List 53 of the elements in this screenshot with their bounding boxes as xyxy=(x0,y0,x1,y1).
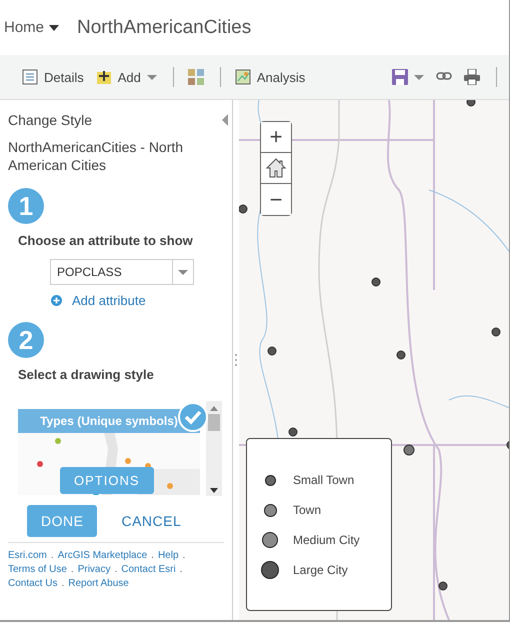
map-icon xyxy=(234,69,251,85)
attribute-dropdown[interactable]: POPCLASS xyxy=(50,259,194,285)
legend-label: Town xyxy=(293,503,322,517)
legend-label: Small Town xyxy=(293,473,354,487)
footer-link[interactable]: Terms of Use xyxy=(8,564,67,575)
footer-link[interactable]: Contact Esri xyxy=(121,564,176,575)
footer-link[interactable]: Esri.com xyxy=(8,550,47,561)
footer-link[interactable]: Help xyxy=(158,550,179,561)
add-attribute-link[interactable]: Add attribute xyxy=(72,293,146,308)
separator-dot: . xyxy=(180,564,183,575)
save-icon xyxy=(392,69,408,85)
analysis-button[interactable]: Analysis xyxy=(232,69,316,85)
step-label: Select a drawing style xyxy=(18,367,155,383)
map-title: NorthAmericanCities xyxy=(77,16,252,38)
legend-label: Medium City xyxy=(293,533,360,547)
footer-link[interactable]: Contact Us xyxy=(8,578,58,589)
plus-folder-icon xyxy=(96,69,112,85)
separator-dot: . xyxy=(61,578,64,589)
drag-handle-icon[interactable] xyxy=(235,354,237,366)
checkmark-icon xyxy=(178,402,208,432)
style-card[interactable]: Types (Unique symbols) OPTIONS xyxy=(18,409,200,495)
separator-dot: . xyxy=(151,550,154,561)
caret-icon xyxy=(49,24,60,30)
zoom-in-button[interactable]: + xyxy=(261,122,291,153)
printer-icon xyxy=(464,69,480,85)
layer-name: NorthAmericanCities - North American Cities xyxy=(8,138,184,174)
add-button[interactable]: Add xyxy=(94,69,167,85)
caret-icon xyxy=(178,270,188,274)
separator-dot: . xyxy=(70,564,74,575)
legend-label: Large City xyxy=(293,563,348,577)
step-number: 1 xyxy=(8,188,44,224)
done-button[interactable]: DONE xyxy=(27,505,98,537)
home-menu[interactable]: Home xyxy=(4,19,60,36)
scroll-down-icon[interactable] xyxy=(210,488,218,493)
grid-icon xyxy=(188,69,204,85)
separator-dot: . xyxy=(182,550,186,561)
step-number: 2 xyxy=(8,322,44,358)
details-button[interactable]: Details xyxy=(20,69,94,85)
separator-dot: . xyxy=(114,564,118,575)
separator-dot: . xyxy=(50,550,54,561)
house-icon xyxy=(265,157,287,179)
footer-link[interactable]: Report Abuse xyxy=(68,578,129,589)
footer-link[interactable]: Privacy xyxy=(78,564,110,575)
cancel-button[interactable]: CANCEL xyxy=(121,505,182,537)
step-label: Choose an attribute to show xyxy=(18,233,194,249)
scroll-up-icon[interactable] xyxy=(210,406,218,411)
scrollbar-thumb[interactable] xyxy=(208,414,220,431)
details-icon xyxy=(22,69,38,85)
footer-link[interactable]: ArcGIS Marketplace xyxy=(58,550,148,561)
collapse-icon[interactable] xyxy=(222,114,228,126)
panel-heading: Change Style xyxy=(8,112,92,128)
plus-circle-icon[interactable] xyxy=(51,295,62,306)
options-button[interactable]: OPTIONS xyxy=(60,467,154,494)
